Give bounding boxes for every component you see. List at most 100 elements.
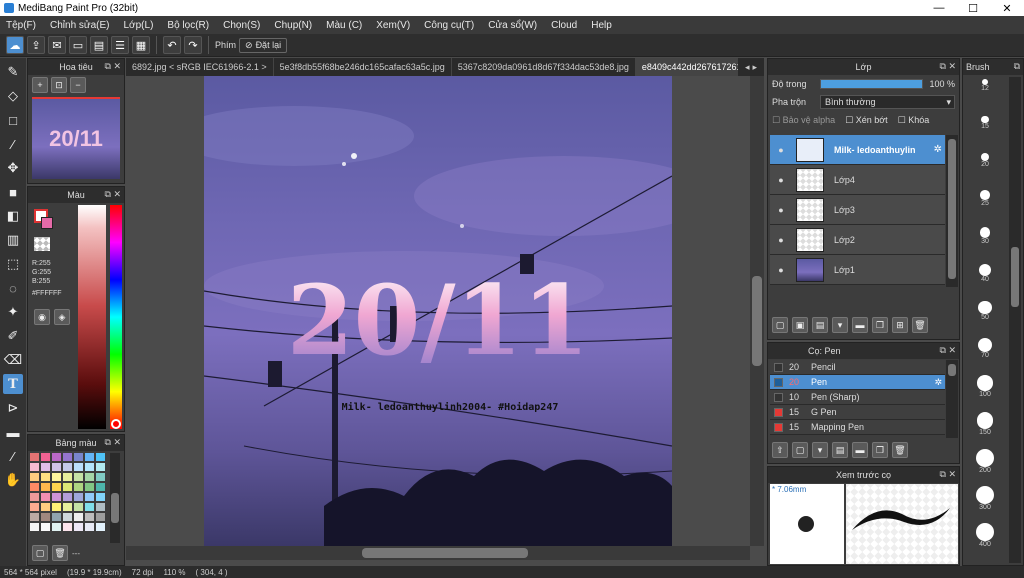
palette-swatch[interactable] [30,523,39,531]
palette-scroll-thumb[interactable] [111,493,119,523]
brush-size-option[interactable]: 300 [965,484,1005,521]
document-tab[interactable]: 5367c8209da0961d8d67f334dac53de8.jpg [452,58,636,76]
document-icon[interactable]: ▤ [90,36,108,54]
palette-swatch[interactable] [63,473,72,481]
delete-brush-icon[interactable]: 🗑 [892,442,908,458]
palette-swatch[interactable] [41,453,50,461]
panel-close-icon[interactable]: ⧉ ✕ [940,345,956,356]
new-1bit-layer-icon[interactable]: ▤ [812,317,828,333]
brush-size-option[interactable]: 100 [965,373,1005,410]
gear-icon[interactable]: ✲ [934,377,942,388]
secondary-color-swatch[interactable] [41,217,53,229]
brush-scroll-thumb[interactable] [948,364,956,376]
magic-wand-tool-icon[interactable]: ✦ [3,302,23,322]
brush-scrollbar[interactable] [946,360,958,438]
palette-swatch[interactable] [41,483,50,491]
brush-size-option[interactable]: 15 [965,114,1005,151]
brush-size-option[interactable]: 25 [965,188,1005,225]
color-swatches[interactable] [32,209,54,231]
palette-swatch[interactable] [52,463,61,471]
line-tool-icon[interactable]: ∕ [3,134,23,154]
menu-item[interactable]: Chụp(N) [274,20,312,31]
palette-swatch[interactable] [41,463,50,471]
cloud-sync-icon[interactable]: ☁ [6,36,24,54]
palette-swatch[interactable] [74,473,83,481]
gear-icon[interactable]: ✲ [934,144,942,155]
panel-close-icon[interactable]: ⧉ ✕ [940,61,956,72]
blend-select[interactable]: Bình thường ▾ [820,95,955,109]
canvas-vertical-scrollbar[interactable] [750,76,764,546]
tab-left-icon[interactable]: ◂ [745,62,750,73]
add-brush-icon[interactable]: ▾ [812,442,828,458]
palette-swatch[interactable] [52,453,61,461]
opacity-slider[interactable] [820,79,924,89]
palette-swatch[interactable] [96,513,105,521]
palette-swatch[interactable] [52,523,61,531]
brush-settings-icon[interactable]: ▤ [832,442,848,458]
panel-close-icon[interactable]: ⧉ ✕ [940,469,956,480]
lock-option[interactable]: ☐ Khóa [898,115,930,126]
fill-rect-tool-icon[interactable]: ■ [3,182,23,202]
menu-item[interactable]: Cloud [551,20,577,31]
operation-tool-icon[interactable]: ⊳ [3,398,23,418]
eraser-tool-icon[interactable]: ◇ [3,86,23,106]
palette-swatch[interactable] [63,493,72,501]
brush-row[interactable]: 20 Pen ✲ [770,375,945,390]
delete-layer-icon[interactable]: 🗑 [912,317,928,333]
palette-swatch[interactable] [41,503,50,511]
document-tab[interactable]: 5e3f8db55f68be246dc165cafac63a5c.jpg [274,58,452,76]
document-tab[interactable]: e8409c442dd267617261f2d28b53f686.jpg [635,58,750,76]
text-tool-icon[interactable]: T [3,374,23,394]
redo-icon[interactable]: ↷ [184,36,202,54]
palette-swatch[interactable] [41,523,50,531]
layer-row[interactable]: ● Lớp4 [770,165,945,195]
brush-size-scroll-thumb[interactable] [1011,247,1019,307]
palette-swatch[interactable] [52,493,61,501]
brush-tool-icon[interactable]: ✎ [3,62,23,82]
palette-swatch[interactable] [85,513,94,521]
brush-row[interactable]: 15 Mapping Pen [770,420,945,435]
add-layer-menu-icon[interactable]: ▾ [832,317,848,333]
upload-brush-icon[interactable]: ⇧ [772,442,788,458]
panel-close-icon[interactable]: ⧉ ✕ [105,189,121,200]
grid-icon[interactable]: ▦ [132,36,150,54]
artwork-canvas[interactable]: 20/11 Milk- ledoanthuylinh2004- #Hoidap2… [204,76,672,546]
reset-button[interactable]: ⊘ Đặt lại [239,37,288,53]
visibility-icon[interactable]: ● [770,235,792,245]
new-palette-icon[interactable]: ▢ [32,545,48,561]
palette-swatch[interactable] [74,493,83,501]
divide-tool-icon[interactable]: ▬ [3,422,23,442]
canvas-horizontal-scrollbar[interactable] [126,546,750,560]
menu-item[interactable]: Màu (C) [326,20,362,31]
layer-scrollbar[interactable] [946,135,958,287]
palette-swatch[interactable] [63,513,72,521]
palette-swatch[interactable] [96,463,105,471]
palette-swatch[interactable] [74,453,83,461]
visibility-icon[interactable]: ● [770,145,792,155]
layer-scroll-thumb[interactable] [948,139,956,279]
palette-swatch[interactable] [85,523,94,531]
layer-row[interactable]: ● Milk- ledoanthuylin ✲ [770,135,945,165]
comment-icon[interactable]: ✉ [48,36,66,54]
folder-icon[interactable]: ▬ [852,317,868,333]
menu-item[interactable]: Chỉnh sửa(E) [50,20,110,31]
palette-swatch[interactable] [30,493,39,501]
shape-tool-icon[interactable]: □ [3,110,23,130]
select-rect-tool-icon[interactable]: ⬚ [3,254,23,274]
palette-swatch[interactable] [74,523,83,531]
select-pen-tool-icon[interactable]: ✐ [3,326,23,346]
duplicate-layer-icon[interactable]: ❐ [872,317,888,333]
palette-swatch[interactable] [52,503,61,511]
document-tab[interactable]: 6892.jpg < sRGB IEC61966-2.1 > [126,58,274,76]
brush-folder-icon[interactable]: ▬ [852,442,868,458]
menu-item[interactable]: Help [591,20,612,31]
palette-swatch[interactable] [52,483,61,491]
palette-swatch[interactable] [85,473,94,481]
brush-size-option[interactable]: 200 [965,447,1005,484]
palette-swatch[interactable] [63,483,72,491]
menu-item[interactable]: Công cụ(T) [424,20,474,31]
palette-swatch[interactable] [96,493,105,501]
layer-row[interactable]: ● Lớp2 [770,225,945,255]
merge-layer-icon[interactable]: ⊞ [892,317,908,333]
select-eraser-tool-icon[interactable]: ⌫ [3,350,23,370]
